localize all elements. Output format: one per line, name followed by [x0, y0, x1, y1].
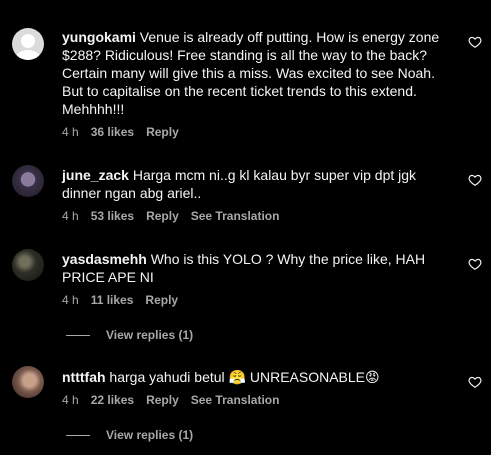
avatar[interactable]	[12, 165, 44, 197]
avatar[interactable]	[12, 249, 44, 281]
see-translation-button[interactable]: See Translation	[191, 393, 280, 407]
heart-outline-icon[interactable]	[468, 375, 482, 389]
timestamp[interactable]: 4 h	[62, 125, 79, 139]
comment-body: ntttfah harga yahudi betul 😤 UNREASONABL…	[62, 368, 457, 386]
comment-body: june_zack Harga mcm ni..g kl kalau byr s…	[62, 166, 457, 202]
reply-button[interactable]: Reply	[146, 125, 179, 139]
comment-text-2: UNREASONABLE	[245, 369, 366, 385]
triumph-emoji: 😤	[228, 369, 246, 385]
comment-meta: 4 h 22 likes Reply See Translation	[62, 393, 279, 407]
comment-meta: 4 h 11 likes Reply	[62, 293, 178, 307]
comment-body: yasdasmehh Who is this YOLO ? Why the pr…	[62, 250, 457, 286]
likes-count[interactable]: 53 likes	[91, 209, 134, 223]
reply-button[interactable]: Reply	[145, 293, 178, 307]
view-replies-button[interactable]: View replies (1)	[66, 428, 193, 442]
timestamp[interactable]: 4 h	[62, 209, 79, 223]
username-link[interactable]: yasdasmehh	[62, 251, 147, 267]
username-link[interactable]: june_zack	[62, 167, 129, 183]
replies-divider	[66, 434, 90, 436]
comment-text: harga yahudi betul	[105, 369, 229, 385]
timestamp[interactable]: 4 h	[62, 393, 79, 407]
view-replies-button[interactable]: View replies (1)	[66, 328, 193, 342]
view-replies-label[interactable]: View replies (1)	[106, 328, 193, 342]
replies-divider	[66, 334, 90, 336]
username-link[interactable]: yungokami	[62, 29, 136, 45]
comment-meta: 4 h 53 likes Reply See Translation	[62, 209, 279, 223]
heart-outline-icon[interactable]	[468, 173, 482, 187]
heart-outline-icon[interactable]	[468, 257, 482, 271]
heart-outline-icon[interactable]	[468, 35, 482, 49]
view-replies-label[interactable]: View replies (1)	[106, 428, 193, 442]
comment-meta: 4 h 36 likes Reply	[62, 125, 179, 139]
username-link[interactable]: ntttfah	[62, 369, 106, 385]
likes-count[interactable]: 11 likes	[91, 293, 134, 307]
avatar[interactable]	[12, 366, 44, 398]
reply-button[interactable]: Reply	[146, 393, 179, 407]
comment-body: yungokami Venue is already off putting. …	[62, 28, 457, 118]
likes-count[interactable]: 36 likes	[91, 125, 134, 139]
timestamp[interactable]: 4 h	[62, 293, 79, 307]
see-translation-button[interactable]: See Translation	[191, 209, 280, 223]
avatar[interactable]	[12, 28, 44, 60]
likes-count[interactable]: 22 likes	[91, 393, 134, 407]
reply-button[interactable]: Reply	[146, 209, 179, 223]
angry-emoji: 😡	[365, 369, 380, 385]
